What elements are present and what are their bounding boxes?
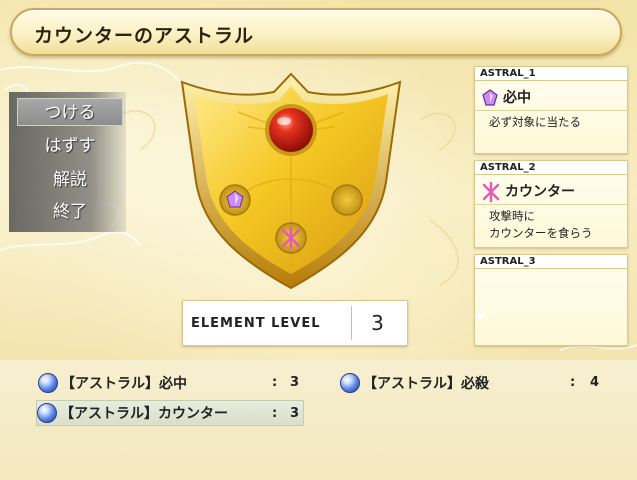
astral-slot-name: 必中 <box>481 87 531 109</box>
blue-orb-icon <box>38 373 58 393</box>
astral-slot-name-text: カウンター <box>505 184 575 200</box>
skill-row[interactable]: 【アストラル】必中 <box>38 370 302 396</box>
element-level-value: 3 <box>351 306 403 340</box>
scroll-down-arrow-icon[interactable] <box>474 314 486 320</box>
blue-orb-icon <box>340 373 360 393</box>
shield-emblem <box>180 72 402 290</box>
purple-gem-icon <box>482 89 498 106</box>
skill-name: 【アストラル】必殺 <box>363 376 489 392</box>
element-level-panel: ELEMENT LEVEL 3 <box>182 300 408 346</box>
skill-colon: : <box>272 375 278 390</box>
skill-value: 3 <box>290 375 300 390</box>
skill-name: 【アストラル】必中 <box>61 376 187 392</box>
divider <box>475 204 627 205</box>
skill-name: 【アストラル】カウンター <box>60 406 228 422</box>
title-bar: カウンターのアストラル <box>10 8 622 56</box>
astral-slot-name-text: 必中 <box>503 90 531 106</box>
menu-item-explain[interactable]: 解説 <box>17 166 123 194</box>
divider <box>475 110 627 111</box>
astral-slot-header: ASTRAL_1 <box>475 67 627 81</box>
menu-item-exit[interactable]: 終了 <box>17 198 123 226</box>
skill-row-selected[interactable]: 【アストラル】カウンター <box>36 400 304 426</box>
pink-rune-icon <box>482 182 500 202</box>
astral-slot-description: 必ず対象に当たる <box>489 115 581 129</box>
skill-value: 3 <box>290 406 300 421</box>
blue-orb-icon <box>37 403 57 423</box>
astral-skill-list: 【アストラル】必中 : 3 【アストラル】必殺 : 4 【アストラル】カウンター… <box>0 360 637 480</box>
skill-row[interactable]: 【アストラル】必殺 <box>340 370 604 396</box>
window-title: カウンターのアストラル <box>34 25 255 47</box>
astral-slot-header: ASTRAL_2 <box>475 161 627 175</box>
menu-item-remove[interactable]: はずす <box>17 132 123 160</box>
menu-item-equip[interactable]: つける <box>17 98 123 126</box>
astral-slot-name: カウンター <box>481 181 575 203</box>
element-level-label: ELEMENT LEVEL <box>191 316 321 331</box>
astral-slot-1[interactable]: ASTRAL_1 必中 必ず対象に当たる <box>474 66 628 154</box>
astral-slot-2[interactable]: ASTRAL_2 カウンター 攻撃時に カウンターを食らう <box>474 160 628 248</box>
red-jewel <box>269 108 313 152</box>
astral-slot-header: ASTRAL_3 <box>475 255 627 269</box>
skill-value: 4 <box>590 375 600 390</box>
astral-slot-description: 攻撃時に カウンターを食らう <box>489 209 593 240</box>
astral-slot-3[interactable]: ASTRAL_3 <box>474 254 628 346</box>
skill-colon: : <box>272 406 278 421</box>
command-menu: つける はずす 解説 終了 <box>9 92 126 232</box>
skill-colon: : <box>570 375 576 390</box>
